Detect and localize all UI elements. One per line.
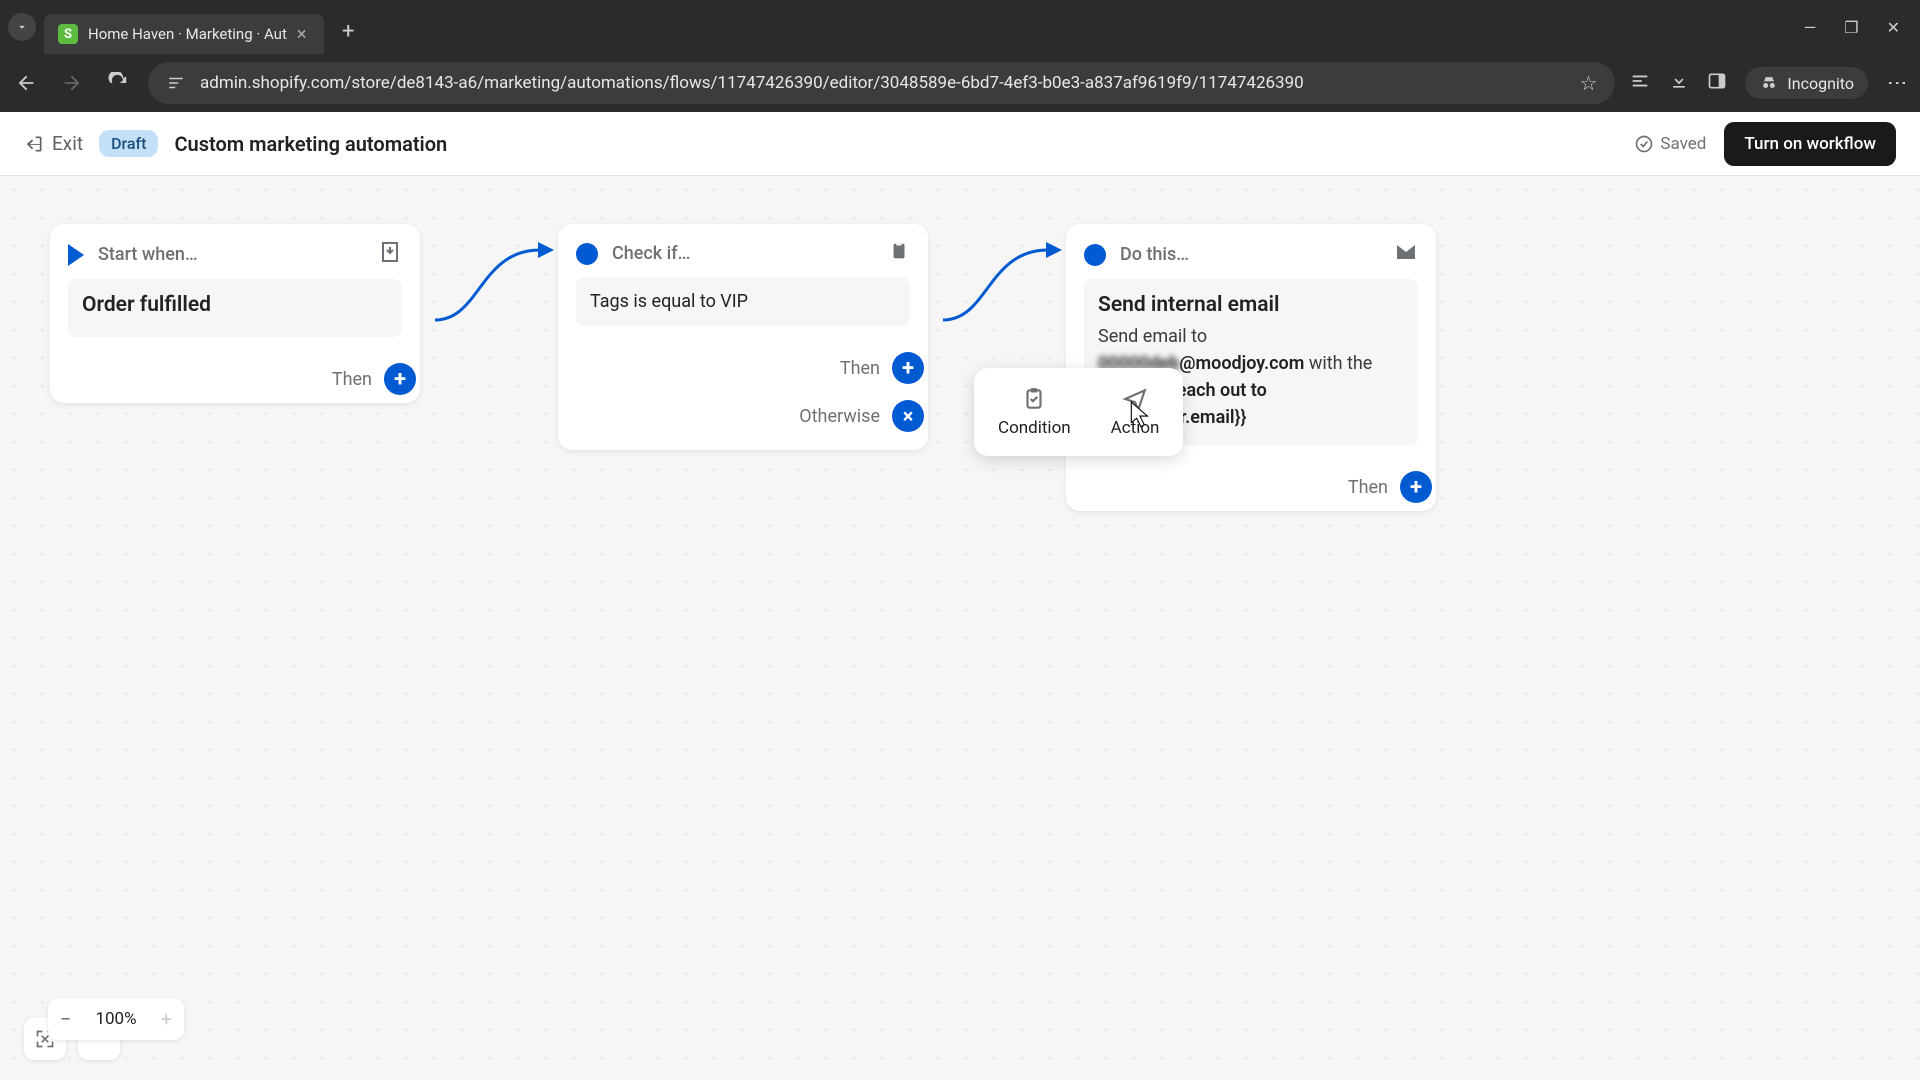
zoom-percent: 100% (83, 998, 148, 1040)
bookmark-star-icon[interactable]: ☆ (1579, 71, 1597, 95)
import-icon (378, 240, 402, 269)
exit-button[interactable]: Exit (24, 132, 83, 155)
incognito-badge[interactable]: Incognito (1745, 67, 1868, 99)
trigger-title: Order fulfilled (82, 293, 388, 317)
browser-menu-icon[interactable]: ⋮ (1886, 73, 1910, 93)
maximize-button[interactable]: ❐ (1844, 18, 1858, 37)
tab-search-button[interactable] (8, 13, 36, 41)
condition-rule: Tags is equal to VIP (576, 277, 910, 326)
side-panel-icon[interactable] (1707, 71, 1727, 95)
connector-condition-action (938, 230, 1078, 334)
window-controls: — ❐ ✕ (1804, 18, 1912, 37)
action-title: Send internal email (1098, 293, 1404, 317)
add-step-button[interactable]: + (1400, 471, 1432, 503)
new-tab-button[interactable]: + (342, 19, 354, 44)
browser-url-bar: admin.shopify.com/store/de8143-a6/market… (0, 54, 1920, 112)
then-label: Then (332, 369, 372, 390)
condition-label: Check if… (612, 243, 690, 264)
downloads-icon[interactable] (1669, 71, 1689, 95)
minimize-button[interactable]: — (1804, 18, 1817, 37)
add-otherwise-step-button[interactable]: × (892, 400, 924, 432)
exit-label: Exit (52, 132, 83, 155)
condition-node[interactable]: Check if… Tags is equal to VIP Then + Ot… (558, 224, 928, 450)
popup-action-option[interactable]: Action (1091, 378, 1180, 446)
popup-condition-option[interactable]: Condition (978, 378, 1091, 446)
browser-tab-bar: S Home Haven · Marketing · Aut × + — ❐ ✕ (0, 0, 1920, 54)
incognito-label: Incognito (1787, 74, 1854, 93)
workflow-canvas[interactable]: Start when… Order fulfilled Then + Check… (0, 176, 1920, 1080)
otherwise-label: Otherwise (799, 406, 880, 427)
trigger-node[interactable]: Start when… Order fulfilled Then + (50, 224, 420, 403)
action-label: Do this… (1120, 244, 1189, 265)
turn-on-workflow-button[interactable]: Turn on workflow (1724, 122, 1896, 166)
zoom-control: − 100% + (48, 998, 184, 1040)
address-bar[interactable]: admin.shopify.com/store/de8143-a6/market… (148, 62, 1615, 104)
node-dot-icon (1084, 244, 1106, 266)
trigger-label: Start when… (98, 244, 198, 265)
clipboard-icon (888, 240, 910, 267)
close-tab-icon[interactable]: × (297, 24, 307, 45)
add-step-popup: Condition Action (974, 368, 1183, 456)
forward-button[interactable] (56, 67, 88, 99)
action-option-label: Action (1111, 418, 1160, 438)
condition-option-label: Condition (998, 418, 1071, 438)
extensions-icon[interactable] (1629, 70, 1651, 96)
connector-trigger-condition (430, 230, 570, 334)
then-label: Then (840, 358, 880, 379)
node-dot-icon (576, 243, 598, 265)
site-settings-icon[interactable] (166, 73, 186, 93)
saved-label: Saved (1660, 134, 1706, 154)
reload-button[interactable] (102, 67, 134, 99)
app-viewport: Exit Draft Custom marketing automation S… (0, 112, 1920, 1080)
shopify-favicon: S (58, 24, 78, 44)
draft-badge: Draft (99, 130, 158, 157)
play-icon (68, 244, 84, 266)
email-icon (1394, 240, 1418, 269)
url-text: admin.shopify.com/store/de8143-a6/market… (200, 73, 1565, 93)
back-button[interactable] (10, 67, 42, 99)
app-header: Exit Draft Custom marketing automation S… (0, 112, 1920, 176)
zoom-in-button[interactable]: + (149, 998, 184, 1040)
add-then-step-button[interactable]: + (892, 352, 924, 384)
zoom-out-button[interactable]: − (48, 998, 83, 1040)
add-step-button[interactable]: + (384, 363, 416, 395)
saved-indicator: Saved (1634, 134, 1706, 154)
close-window-button[interactable]: ✕ (1887, 18, 1900, 37)
workflow-title: Custom marketing automation (174, 132, 447, 156)
then-label: Then (1348, 477, 1388, 498)
browser-tab[interactable]: S Home Haven · Marketing · Aut × (44, 14, 324, 54)
tab-title: Home Haven · Marketing · Aut (88, 25, 287, 43)
